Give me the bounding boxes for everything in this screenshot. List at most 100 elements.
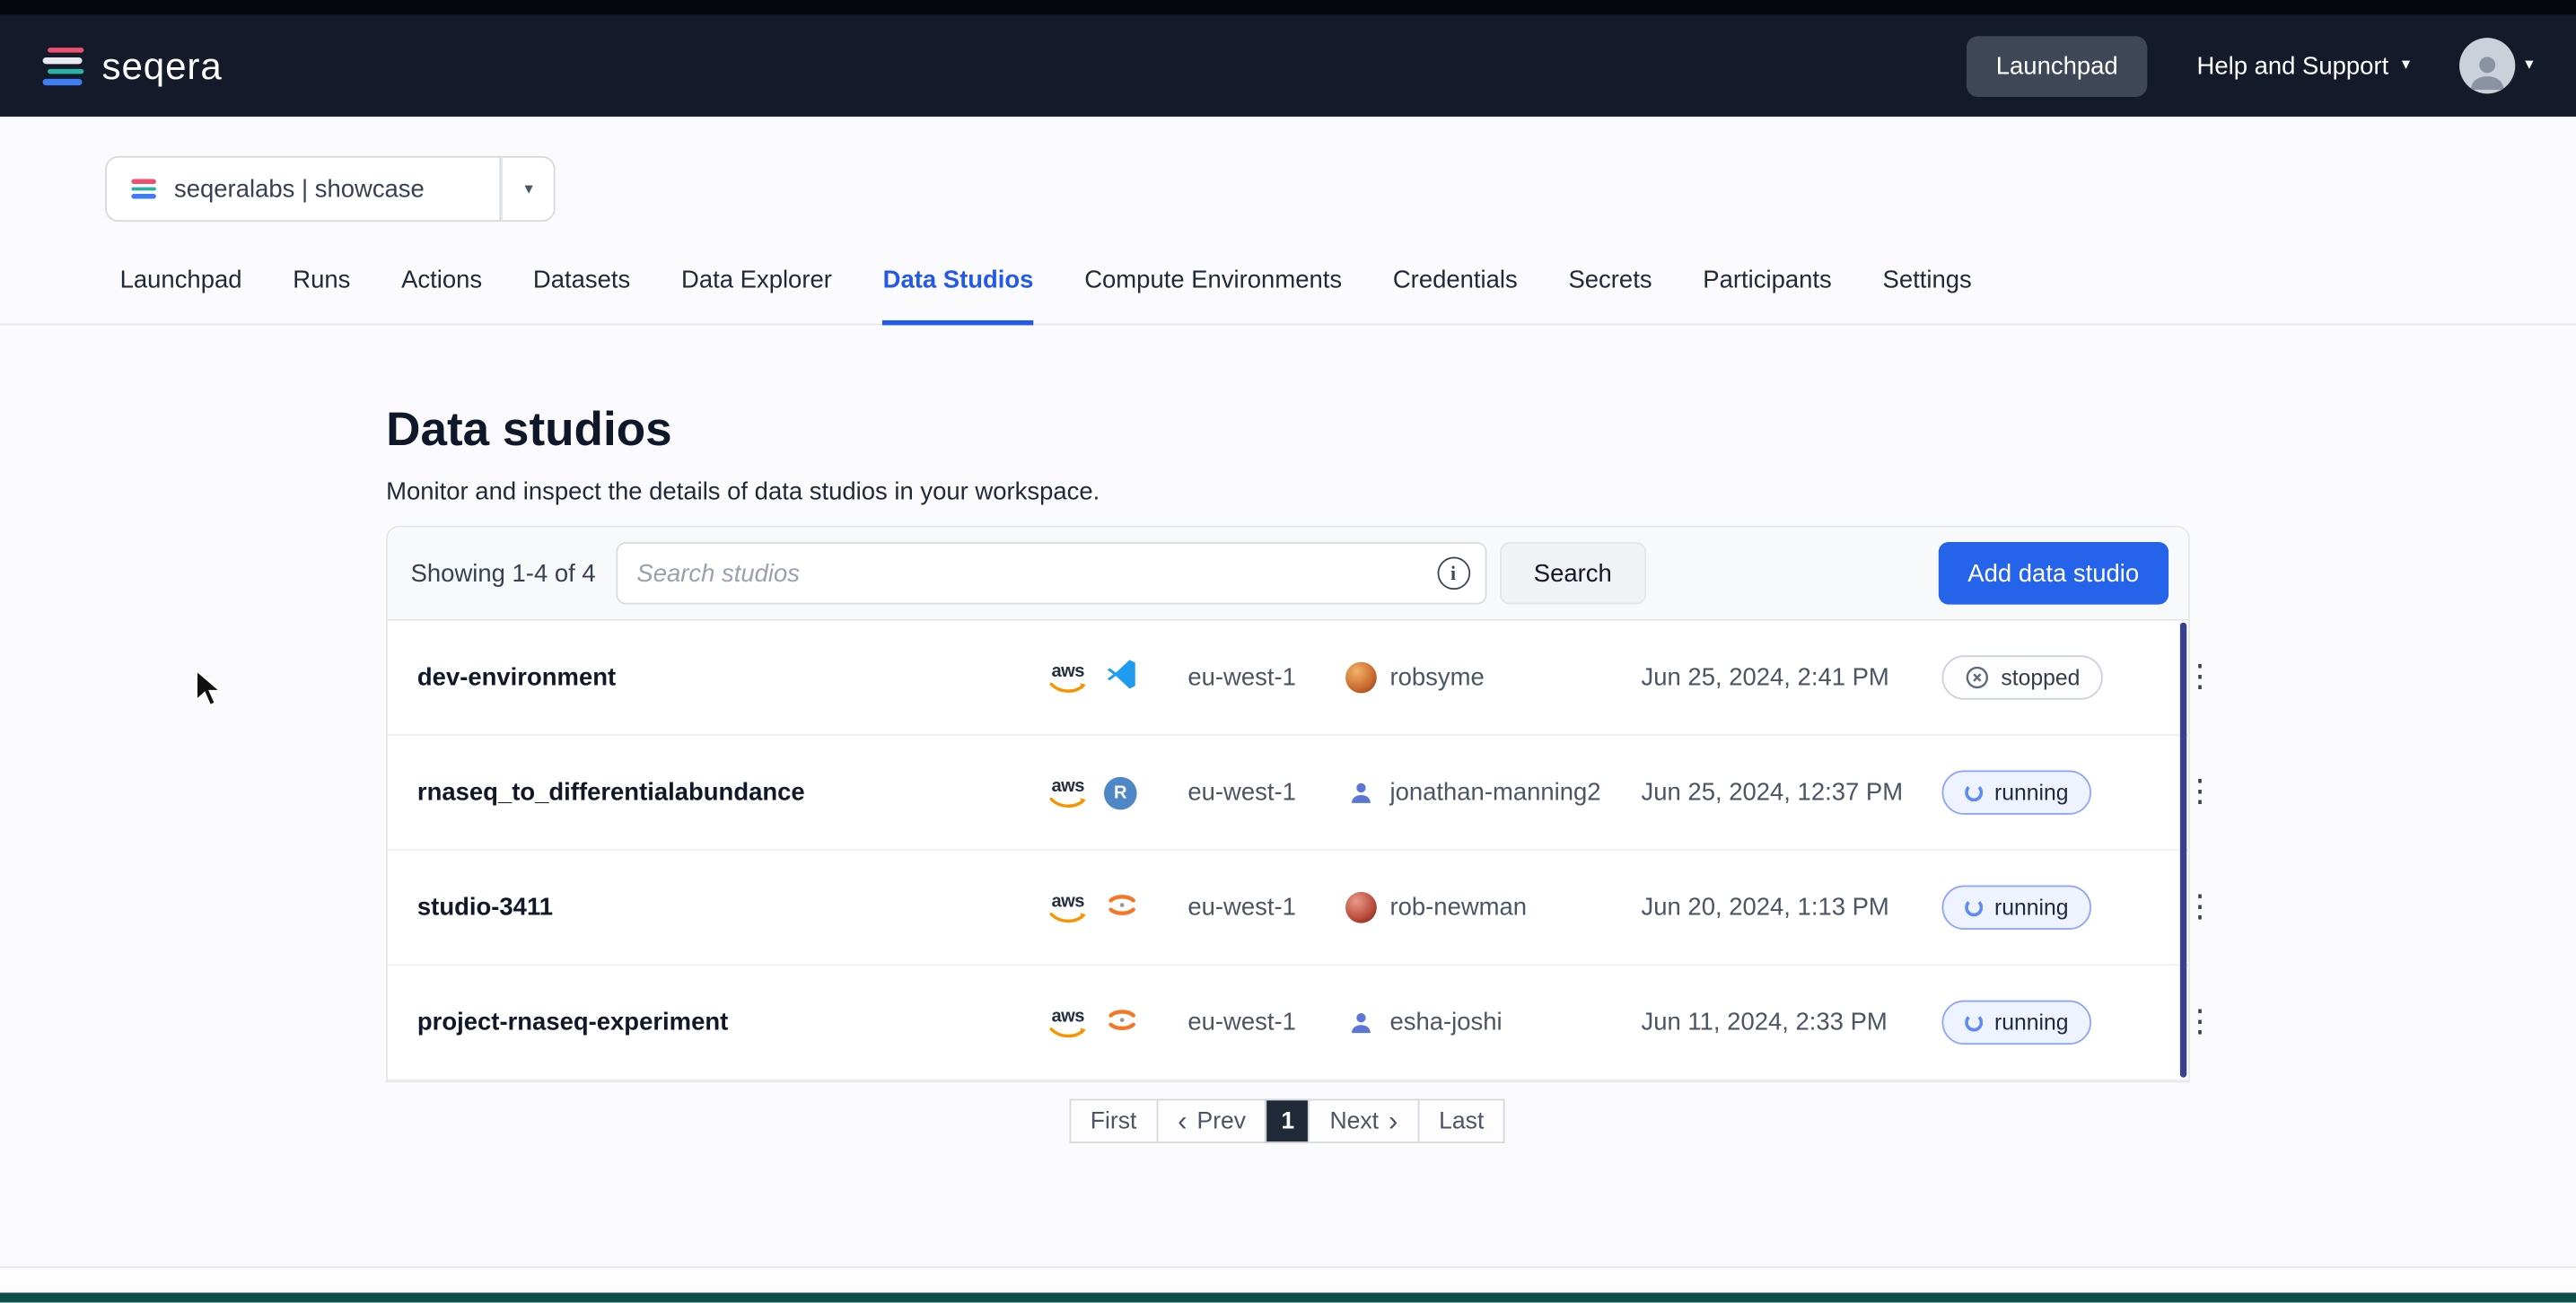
owner-name: jonathan-manning2 bbox=[1389, 779, 1600, 807]
aws-icon: aws bbox=[1047, 663, 1090, 693]
page-subtitle: Monitor and inspect the details of data … bbox=[386, 478, 2190, 506]
seqera-logo[interactable]: seqera bbox=[43, 44, 223, 88]
studio-name[interactable]: rnaseq_to_differentialabundance bbox=[417, 779, 1047, 807]
owner-avatar bbox=[1345, 662, 1377, 694]
tool-icon: R bbox=[1104, 657, 1138, 698]
tab-settings[interactable]: Settings bbox=[1883, 267, 1972, 326]
tab-compute-environments[interactable]: Compute Environments bbox=[1084, 267, 1342, 326]
jupyter-icon bbox=[1104, 886, 1140, 922]
footer bbox=[0, 1266, 2576, 1292]
status-cell: running bbox=[1941, 886, 2142, 930]
status-badge: running bbox=[1941, 886, 2091, 930]
window-edge bbox=[0, 0, 2576, 14]
tab-launchpad[interactable]: Launchpad bbox=[120, 267, 242, 326]
chevron-down-icon: ▾ bbox=[2525, 57, 2533, 74]
tab-actions[interactable]: Actions bbox=[401, 267, 482, 326]
studio-date: Jun 25, 2024, 2:41 PM bbox=[1642, 663, 1942, 691]
studio-name[interactable]: project-rnaseq-experiment bbox=[417, 1009, 1047, 1036]
vscode-icon bbox=[1104, 657, 1138, 691]
workspace-dropdown-button[interactable]: ▾ bbox=[502, 156, 556, 222]
tab-datasets[interactable]: Datasets bbox=[533, 267, 630, 326]
search-box: i bbox=[616, 542, 1486, 605]
owner-name: esha-joshi bbox=[1389, 1009, 1502, 1036]
pagination-last[interactable]: Last bbox=[1417, 1099, 1505, 1143]
status-badge: stopped bbox=[1941, 655, 2102, 699]
status-cell: stopped bbox=[1941, 655, 2142, 699]
owner-name: robsyme bbox=[1389, 663, 1484, 691]
studio-owner: esha-joshi bbox=[1345, 1007, 1641, 1038]
table-row[interactable]: project-rnaseq-experiment aws R eu-west-… bbox=[388, 966, 2188, 1080]
stopped-icon bbox=[1965, 665, 1989, 689]
studio-region: eu-west-1 bbox=[1187, 894, 1345, 922]
aws-icon: aws bbox=[1047, 778, 1090, 808]
studio-date: Jun 25, 2024, 12:37 PM bbox=[1642, 779, 1942, 807]
launchpad-button[interactable]: Launchpad bbox=[1967, 35, 2148, 96]
studio-name[interactable]: dev-environment bbox=[417, 663, 1047, 691]
pagination: First ‹ Prev 1 Next › Last bbox=[0, 1099, 2190, 1143]
tool-icon: R bbox=[1104, 1001, 1140, 1045]
studio-date: Jun 11, 2024, 2:33 PM bbox=[1642, 1009, 1942, 1036]
studio-environment-icons: aws R bbox=[1047, 1001, 1187, 1045]
help-and-support-menu[interactable]: Help and Support ▾ bbox=[2197, 52, 2411, 80]
brand-name: seqera bbox=[101, 44, 222, 88]
studio-region: eu-west-1 bbox=[1187, 1009, 1345, 1036]
aws-icon: aws bbox=[1047, 1008, 1090, 1037]
seqera-icon bbox=[131, 179, 155, 199]
status-label: running bbox=[1994, 1010, 2068, 1035]
studio-date: Jun 20, 2024, 1:13 PM bbox=[1642, 894, 1942, 922]
studio-owner: robsyme bbox=[1345, 662, 1641, 694]
app-window: seqera Launchpad Help and Support ▾ ▾ se… bbox=[0, 0, 2576, 1302]
workspace-tabs: Launchpad Runs Actions Datasets Data Exp… bbox=[0, 267, 2576, 326]
search-input[interactable] bbox=[616, 542, 1486, 605]
workspace-name: seqeralabs | showcase bbox=[174, 175, 425, 203]
user-menu[interactable]: ▾ bbox=[2459, 38, 2533, 93]
owner-avatar bbox=[1345, 892, 1377, 923]
spinner-icon bbox=[1965, 1013, 1983, 1031]
chevron-left-icon: ‹ bbox=[1178, 1107, 1187, 1135]
owner-avatar bbox=[1345, 1007, 1377, 1038]
tab-runs[interactable]: Runs bbox=[293, 267, 350, 326]
status-cell: running bbox=[1941, 770, 2142, 814]
tool-icon: R bbox=[1104, 886, 1140, 929]
table-row[interactable]: studio-3411 aws R eu-west-1 bbox=[388, 851, 2188, 966]
bottom-window-edge bbox=[0, 1292, 2576, 1302]
tab-data-explorer[interactable]: Data Explorer bbox=[681, 267, 832, 326]
status-label: running bbox=[1994, 780, 2068, 804]
studio-owner: rob-newman bbox=[1345, 892, 1641, 923]
search-button[interactable]: Search bbox=[1499, 542, 1646, 605]
jupyter-icon bbox=[1104, 1001, 1140, 1037]
table-toolbar: Showing 1-4 of 4 i Search Add data studi… bbox=[388, 528, 2188, 621]
tab-secrets[interactable]: Secrets bbox=[1568, 267, 1652, 326]
spinner-icon bbox=[1965, 898, 1983, 916]
results-count: Showing 1-4 of 4 bbox=[411, 559, 596, 587]
main-content: Data studios Monitor and inspect the det… bbox=[0, 404, 2190, 1143]
owner-name: rob-newman bbox=[1389, 894, 1527, 922]
spinner-icon bbox=[1965, 783, 1983, 801]
studio-environment-icons: aws R bbox=[1047, 657, 1187, 698]
add-data-studio-button[interactable]: Add data studio bbox=[1938, 542, 2169, 605]
seqera-logo-icon bbox=[43, 47, 86, 84]
navbar-actions: Launchpad Help and Support ▾ ▾ bbox=[1967, 35, 2534, 96]
pagination-prev[interactable]: ‹ Prev bbox=[1156, 1099, 1267, 1143]
status-label: stopped bbox=[2001, 665, 2080, 689]
tab-credentials[interactable]: Credentials bbox=[1393, 267, 1518, 326]
studio-region: eu-west-1 bbox=[1187, 663, 1345, 691]
pagination-first[interactable]: First bbox=[1069, 1099, 1158, 1143]
help-and-support-label: Help and Support bbox=[2197, 52, 2389, 80]
vertical-scrollbar[interactable] bbox=[2180, 623, 2186, 1078]
table-row[interactable]: dev-environment aws R eu-west-1 bbox=[388, 621, 2188, 736]
studio-owner: jonathan-manning2 bbox=[1345, 777, 1641, 809]
studio-name[interactable]: studio-3411 bbox=[417, 894, 1047, 922]
tab-data-studios[interactable]: Data Studios bbox=[883, 267, 1034, 326]
owner-avatar bbox=[1345, 777, 1377, 809]
status-badge: running bbox=[1941, 770, 2091, 814]
tab-participants[interactable]: Participants bbox=[1703, 267, 1831, 326]
status-cell: running bbox=[1941, 1001, 2142, 1045]
page-title: Data studios bbox=[386, 404, 2190, 458]
table-row[interactable]: rnaseq_to_differentialabundance aws R eu… bbox=[388, 736, 2188, 851]
pagination-page-1[interactable]: 1 bbox=[1266, 1099, 1310, 1143]
info-icon[interactable]: i bbox=[1437, 556, 1470, 590]
studio-region: eu-west-1 bbox=[1187, 779, 1345, 807]
workspace-selector[interactable]: seqeralabs | showcase bbox=[105, 156, 502, 222]
pagination-next[interactable]: Next › bbox=[1309, 1099, 1420, 1143]
